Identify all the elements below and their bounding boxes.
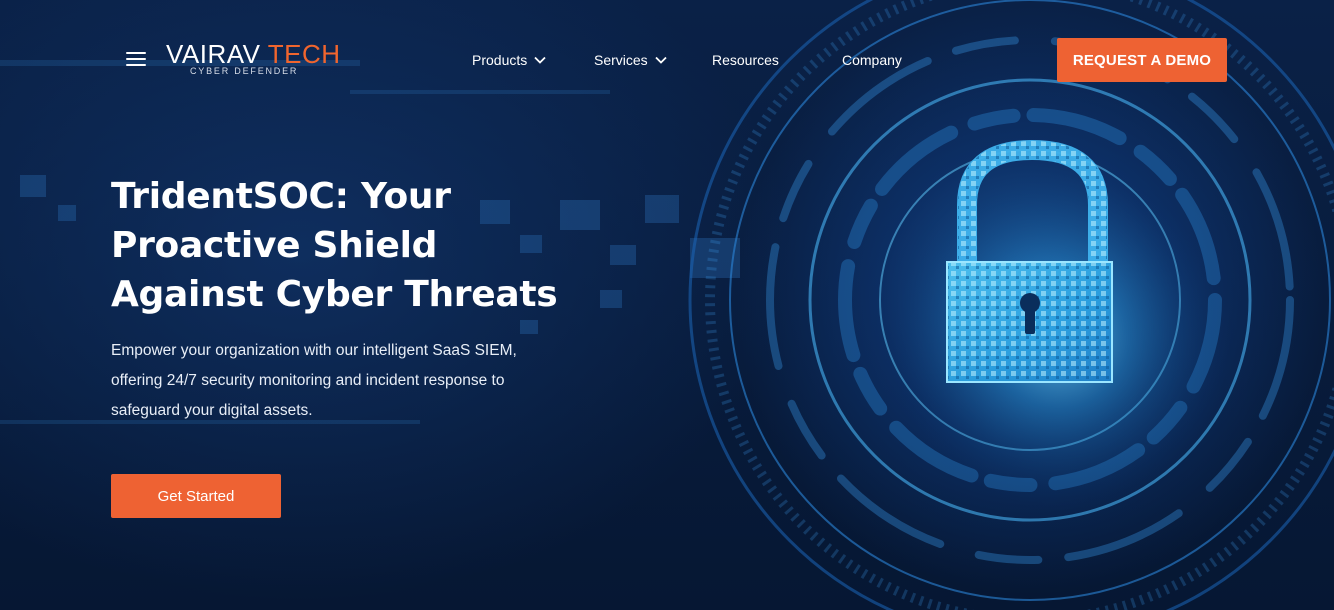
nav-item-company[interactable]: Company bbox=[842, 52, 902, 68]
headline-line: Proactive Shield bbox=[111, 225, 438, 266]
logo-tagline: CYBER DEFENDER bbox=[190, 66, 299, 76]
logo-name-part1: VAIRAV bbox=[166, 39, 261, 69]
nav-item-services[interactable]: Services bbox=[594, 52, 667, 68]
nav-item-label: Company bbox=[842, 52, 902, 68]
chevron-down-icon bbox=[534, 56, 546, 64]
description-line: safeguard your digital assets. bbox=[111, 402, 313, 419]
headline-line: TridentSOC: Your bbox=[111, 176, 451, 217]
nav-item-label: Resources bbox=[712, 52, 779, 68]
hero-headline: TridentSOC: Your Proactive Shield Agains… bbox=[111, 172, 581, 319]
description-line: offering 24/7 security monitoring and in… bbox=[111, 372, 505, 389]
request-demo-button[interactable]: REQUEST A DEMO bbox=[1057, 38, 1227, 82]
description-line: Empower your organization with our intel… bbox=[111, 342, 517, 359]
nav-item-products[interactable]: Products bbox=[472, 52, 546, 68]
nav-item-label: Products bbox=[472, 52, 528, 68]
get-started-button[interactable]: Get Started bbox=[111, 474, 281, 518]
headline-line: Against Cyber Threats bbox=[111, 274, 558, 315]
hero-description: Empower your organization with our intel… bbox=[111, 336, 541, 426]
brand-logo[interactable]: VAIRAV TECH CYBER DEFENDER bbox=[166, 39, 340, 80]
nav-item-label: Services bbox=[594, 52, 648, 68]
chevron-down-icon bbox=[655, 56, 667, 64]
hamburger-menu-icon[interactable] bbox=[126, 52, 146, 68]
nav-item-resources[interactable]: Resources bbox=[712, 52, 779, 68]
logo-name-part2: TECH bbox=[267, 39, 341, 69]
